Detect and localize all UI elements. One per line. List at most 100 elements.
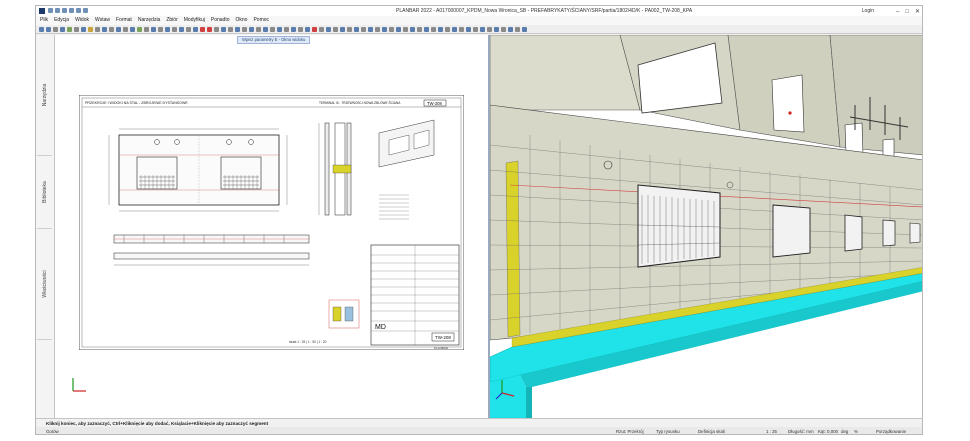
tool-icon[interactable] <box>228 26 233 32</box>
tool-icon[interactable] <box>172 26 177 32</box>
menu-item-zbior[interactable]: Zbiór <box>166 16 177 25</box>
tool-icon[interactable] <box>158 26 163 32</box>
tool-icon[interactable] <box>452 26 457 32</box>
tool-icon[interactable] <box>466 26 471 32</box>
tool-icon[interactable] <box>354 26 359 32</box>
drawing-viewport-2d[interactable]: Wpisz parametry E - Okno widoku PRZEKROJ… <box>55 35 490 418</box>
print-icon[interactable] <box>69 8 74 13</box>
tool-icon[interactable] <box>410 26 415 32</box>
tool-icon[interactable] <box>81 26 86 32</box>
tool-icon[interactable] <box>445 26 450 32</box>
menu-item-edycja[interactable]: Edycja <box>54 16 69 25</box>
tool-icon[interactable] <box>200 26 205 32</box>
tool-icon[interactable] <box>389 26 394 32</box>
tool-icon[interactable] <box>270 26 275 32</box>
tool-icon[interactable] <box>305 26 310 32</box>
menu-item-modyfikuj[interactable]: Modyfikuj <box>184 16 205 25</box>
tool-icon[interactable] <box>242 26 247 32</box>
tool-icon[interactable] <box>179 26 184 32</box>
tool-icon[interactable] <box>95 26 100 32</box>
tool-icon[interactable] <box>431 26 436 32</box>
model-viewport-3d[interactable] <box>490 35 922 418</box>
tool-icon[interactable] <box>424 26 429 32</box>
tool-icon[interactable] <box>74 26 79 32</box>
tool-icon[interactable] <box>165 26 170 32</box>
save-icon[interactable] <box>62 8 67 13</box>
tool-icon[interactable] <box>494 26 499 32</box>
menu-item-ponadto[interactable]: Ponadto <box>211 16 230 25</box>
status-angle-unit: deg <box>841 429 849 434</box>
menu-item-pomoc[interactable]: Pomoc <box>253 16 269 25</box>
menu-item-format[interactable]: Format <box>116 16 132 25</box>
tool-icon[interactable] <box>319 26 324 32</box>
tool-icon[interactable] <box>207 26 212 32</box>
tool-icon[interactable] <box>291 26 296 32</box>
login-button[interactable]: Login <box>862 6 874 16</box>
tool-icon[interactable] <box>193 26 198 32</box>
tool-icon[interactable] <box>459 26 464 32</box>
tool-icon[interactable] <box>67 26 72 32</box>
tool-icon[interactable] <box>333 26 338 32</box>
tab-narzedzia[interactable]: Narzędzia <box>37 35 52 156</box>
tool-icon[interactable] <box>235 26 240 32</box>
tool-icon[interactable] <box>221 26 226 32</box>
menu-item-narzedzia[interactable]: Narzędzia <box>138 16 161 25</box>
tool-icon[interactable] <box>137 26 142 32</box>
status-length-unit[interactable]: Długość: mm <box>788 427 814 434</box>
tool-icon[interactable] <box>102 26 107 32</box>
tool-icon[interactable] <box>123 26 128 32</box>
redo-icon[interactable] <box>83 8 88 13</box>
tool-icon[interactable] <box>284 26 289 32</box>
undo-icon[interactable] <box>76 8 81 13</box>
tool-icon[interactable] <box>151 26 156 32</box>
tool-icon[interactable] <box>60 26 65 32</box>
tool-icon[interactable] <box>417 26 422 32</box>
tool-icon[interactable] <box>263 26 268 32</box>
status-scale[interactable]: 1 : 25 <box>766 427 777 434</box>
tool-icon[interactable] <box>326 26 331 32</box>
tool-icon[interactable] <box>368 26 373 32</box>
tool-icon[interactable] <box>249 26 254 32</box>
tool-icon[interactable] <box>144 26 149 32</box>
tab-biblioteka[interactable]: Biblioteka <box>37 156 52 229</box>
tool-icon[interactable] <box>515 26 520 32</box>
open-file-icon[interactable] <box>55 8 60 13</box>
tool-icon[interactable] <box>130 26 135 32</box>
tool-icon[interactable] <box>312 26 317 32</box>
tab-wlasciwosci[interactable]: Właściwości <box>37 229 52 340</box>
tool-icon[interactable] <box>53 26 58 32</box>
tool-icon[interactable] <box>375 26 380 32</box>
menu-item-widok[interactable]: Widok <box>75 16 89 25</box>
status-projection[interactable]: Rzut: Przekrój <box>616 427 644 434</box>
new-file-icon[interactable] <box>48 8 53 13</box>
tool-icon[interactable] <box>277 26 282 32</box>
tool-icon[interactable] <box>186 26 191 32</box>
menu-item-wstaw[interactable]: Wstaw <box>95 16 110 25</box>
tool-icon[interactable] <box>298 26 303 32</box>
menu-item-plik[interactable]: Plik <box>40 16 48 25</box>
tool-icon[interactable] <box>501 26 506 32</box>
status-angle[interactable]: Kąt: 0,000 <box>818 427 838 434</box>
status-draw-type-value[interactable]: Definicja skali <box>698 427 725 434</box>
tool-icon[interactable] <box>438 26 443 32</box>
tool-icon[interactable] <box>340 26 345 32</box>
tool-icon[interactable] <box>46 26 51 32</box>
tool-icon[interactable] <box>214 26 219 32</box>
tool-icon[interactable] <box>39 26 44 32</box>
tool-icon[interactable] <box>396 26 401 32</box>
tool-icon[interactable] <box>403 26 408 32</box>
tool-icon[interactable] <box>487 26 492 32</box>
tool-icon[interactable] <box>116 26 121 32</box>
tool-icon[interactable] <box>109 26 114 32</box>
tool-icon[interactable] <box>473 26 478 32</box>
tool-icon[interactable] <box>382 26 387 32</box>
tool-icon[interactable] <box>480 26 485 32</box>
tool-icon[interactable] <box>88 26 93 32</box>
tool-icon[interactable] <box>361 26 366 32</box>
tool-icon[interactable] <box>522 26 527 32</box>
tool-icon[interactable] <box>347 26 352 32</box>
tool-icon[interactable] <box>256 26 261 32</box>
status-mode[interactable]: Porządkowanie <box>876 427 906 434</box>
tool-icon[interactable] <box>508 26 513 32</box>
menu-item-okno[interactable]: Okno <box>236 16 248 25</box>
